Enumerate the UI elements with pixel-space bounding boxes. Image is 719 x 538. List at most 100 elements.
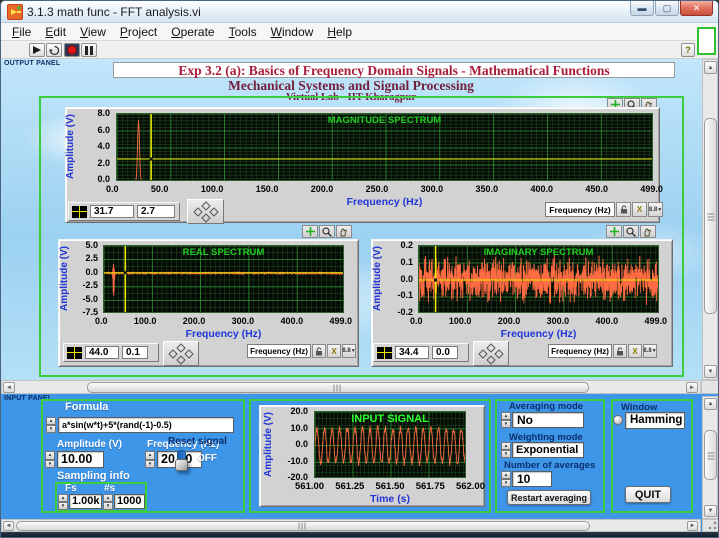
quit-button[interactable]: QUIT	[625, 486, 671, 503]
reset-signal-toggle[interactable]	[175, 450, 188, 471]
scale-lock-button[interactable]	[312, 344, 326, 358]
increment-icon[interactable]: ▲	[46, 417, 56, 425]
restart-averaging-button[interactable]: Restart averaging	[507, 490, 591, 505]
decrement-icon[interactable]: ▼	[145, 459, 155, 468]
cursor-x-value[interactable]: 34.4	[395, 346, 429, 359]
scroll-up-button[interactable]: ▲	[704, 398, 717, 410]
magnitude-cursor-mover[interactable]	[187, 199, 224, 224]
decrement-icon[interactable]: ▼	[501, 479, 511, 487]
menu-item[interactable]: Window	[264, 25, 321, 39]
cursor-tool-button[interactable]	[302, 225, 318, 238]
cursor-x-value[interactable]: 44.0	[85, 346, 119, 359]
minimize-button[interactable]: ▬	[630, 1, 654, 16]
increment-icon[interactable]: ▲	[501, 471, 511, 479]
decrement-icon[interactable]: ▼	[45, 459, 55, 468]
weighting-mode-select[interactable]: Exponential	[512, 442, 584, 458]
frequency-stepper[interactable]: ▲ ▼	[145, 451, 155, 468]
toggle-knob[interactable]	[175, 459, 188, 471]
averaging-stepper[interactable]: ▲ ▼	[501, 412, 511, 428]
real-cursor-mover[interactable]	[163, 341, 199, 366]
close-button[interactable]: ✕	[680, 1, 713, 16]
window-resize-grip[interactable]	[702, 519, 718, 532]
menu-item[interactable]: Operate	[164, 25, 221, 39]
run-continuous-button[interactable]	[46, 43, 62, 57]
scroll-up-button[interactable]: ▲	[704, 61, 717, 74]
cursor-y-value[interactable]: 0.1	[122, 346, 148, 359]
zoom-tool-button[interactable]	[623, 225, 639, 238]
formula-stepper[interactable]: ▲ ▼	[46, 417, 56, 433]
pause-button[interactable]	[81, 43, 97, 57]
averaging-mode-select[interactable]: No	[512, 412, 584, 428]
output-vertical-scrollbar[interactable]: ▲ ▼	[702, 59, 718, 380]
scrollbar-thumb[interactable]	[87, 382, 589, 393]
scroll-left-button[interactable]: ◄	[3, 382, 15, 393]
increment-icon[interactable]: ▲	[145, 451, 155, 460]
scale-lock-button[interactable]	[613, 344, 627, 358]
cursor-tool-button[interactable]	[606, 225, 622, 238]
increment-icon[interactable]: ▲	[103, 494, 113, 502]
decrement-icon[interactable]: ▼	[501, 420, 511, 428]
pan-tool-button[interactable]	[640, 225, 656, 238]
zoom-tool-button[interactable]	[319, 225, 335, 238]
context-help-button[interactable]: ?	[681, 43, 695, 57]
scale-lock-button[interactable]	[616, 202, 631, 217]
menu-item[interactable]: File	[5, 25, 38, 39]
cursor-y-value[interactable]: 2.7	[137, 205, 175, 218]
increment-icon[interactable]: ▲	[45, 451, 55, 460]
weighting-stepper[interactable]: ▲ ▼	[501, 442, 511, 458]
scrollbar-thumb[interactable]	[704, 430, 717, 480]
autoscale-x-button[interactable]: X	[628, 344, 642, 358]
fs-input[interactable]: 1.00k	[69, 494, 102, 509]
pan-tool-button[interactable]	[336, 225, 352, 238]
formula-input[interactable]: a*sin(w*t)+5*(rand(-1)-0.5)	[58, 417, 234, 433]
cursor-y-value[interactable]: 0.0	[432, 346, 458, 359]
increment-icon[interactable]: ▲	[58, 494, 68, 502]
decrement-icon[interactable]: ▼	[501, 450, 511, 458]
menu-item[interactable]: Tools	[222, 25, 264, 39]
scrollbar-thumb[interactable]	[16, 521, 590, 531]
scale-format-button[interactable]: 8.8 ▼	[648, 202, 663, 217]
window-select[interactable]: Hamming	[625, 412, 685, 429]
ns-stepper[interactable]: ▲ ▼	[103, 494, 113, 510]
scale-legend-label[interactable]: Frequency (Hz)	[247, 344, 311, 358]
decrement-icon[interactable]: ▼	[103, 502, 113, 510]
scroll-down-button[interactable]: ▼	[704, 365, 717, 378]
scale-format-button[interactable]: 8.8 ▼	[643, 344, 657, 358]
amplitude-input[interactable]: 10.00	[57, 451, 104, 468]
scroll-down-button[interactable]: ▼	[704, 505, 717, 517]
run-button[interactable]	[29, 43, 45, 57]
ns-input[interactable]: 1000	[114, 494, 145, 509]
real-cursor-legend[interactable]: 44.0 0.1	[63, 343, 159, 362]
scroll-right-button[interactable]: ►	[687, 521, 698, 531]
scrollbar-thumb[interactable]	[704, 118, 717, 314]
navg-input[interactable]: 10	[512, 471, 552, 487]
imaginary-cursor-legend[interactable]: 34.4 0.0	[373, 343, 469, 362]
fs-stepper[interactable]: ▲ ▼	[58, 494, 68, 510]
autoscale-x-button[interactable]: X	[632, 202, 647, 217]
increment-icon[interactable]: ▲	[501, 442, 511, 450]
decrement-icon[interactable]: ▼	[58, 502, 68, 510]
menu-item[interactable]: Edit	[38, 25, 73, 39]
input-horizontal-scrollbar[interactable]: ◄ ►	[1, 519, 701, 532]
increment-icon[interactable]: ▲	[501, 412, 511, 420]
scale-format-button[interactable]: 8.8 ▼	[342, 344, 356, 358]
autoscale-x-button[interactable]: X	[327, 344, 341, 358]
menu-item[interactable]: Help	[320, 25, 359, 39]
decrement-icon[interactable]: ▼	[46, 425, 56, 433]
abort-button[interactable]	[64, 43, 80, 57]
navg-stepper[interactable]: ▲ ▼	[501, 471, 511, 487]
input-vertical-scrollbar[interactable]: ▲ ▼	[702, 396, 718, 519]
output-horizontal-scrollbar[interactable]: ◄ ►	[1, 380, 701, 394]
magnitude-cursor-legend[interactable]: 31.7 2.7	[68, 202, 180, 221]
menu-item[interactable]: Project	[113, 25, 164, 39]
imaginary-cursor-mover[interactable]	[473, 341, 509, 366]
amplitude-stepper[interactable]: ▲ ▼	[45, 451, 55, 468]
maximize-button[interactable]: ▢	[655, 1, 679, 16]
scale-legend-label[interactable]: Frequency (Hz)	[548, 344, 612, 358]
cursor-x-value[interactable]: 31.7	[90, 205, 134, 218]
menu-item[interactable]: View	[73, 25, 113, 39]
scroll-right-button[interactable]: ►	[686, 382, 698, 393]
scale-legend-label[interactable]: Frequency (Hz)	[545, 202, 615, 217]
title-bar[interactable]: 3.1.3 math func - FFT analysis.vi ▬ ▢ ✕	[1, 1, 718, 23]
window-knob[interactable]	[613, 415, 623, 425]
